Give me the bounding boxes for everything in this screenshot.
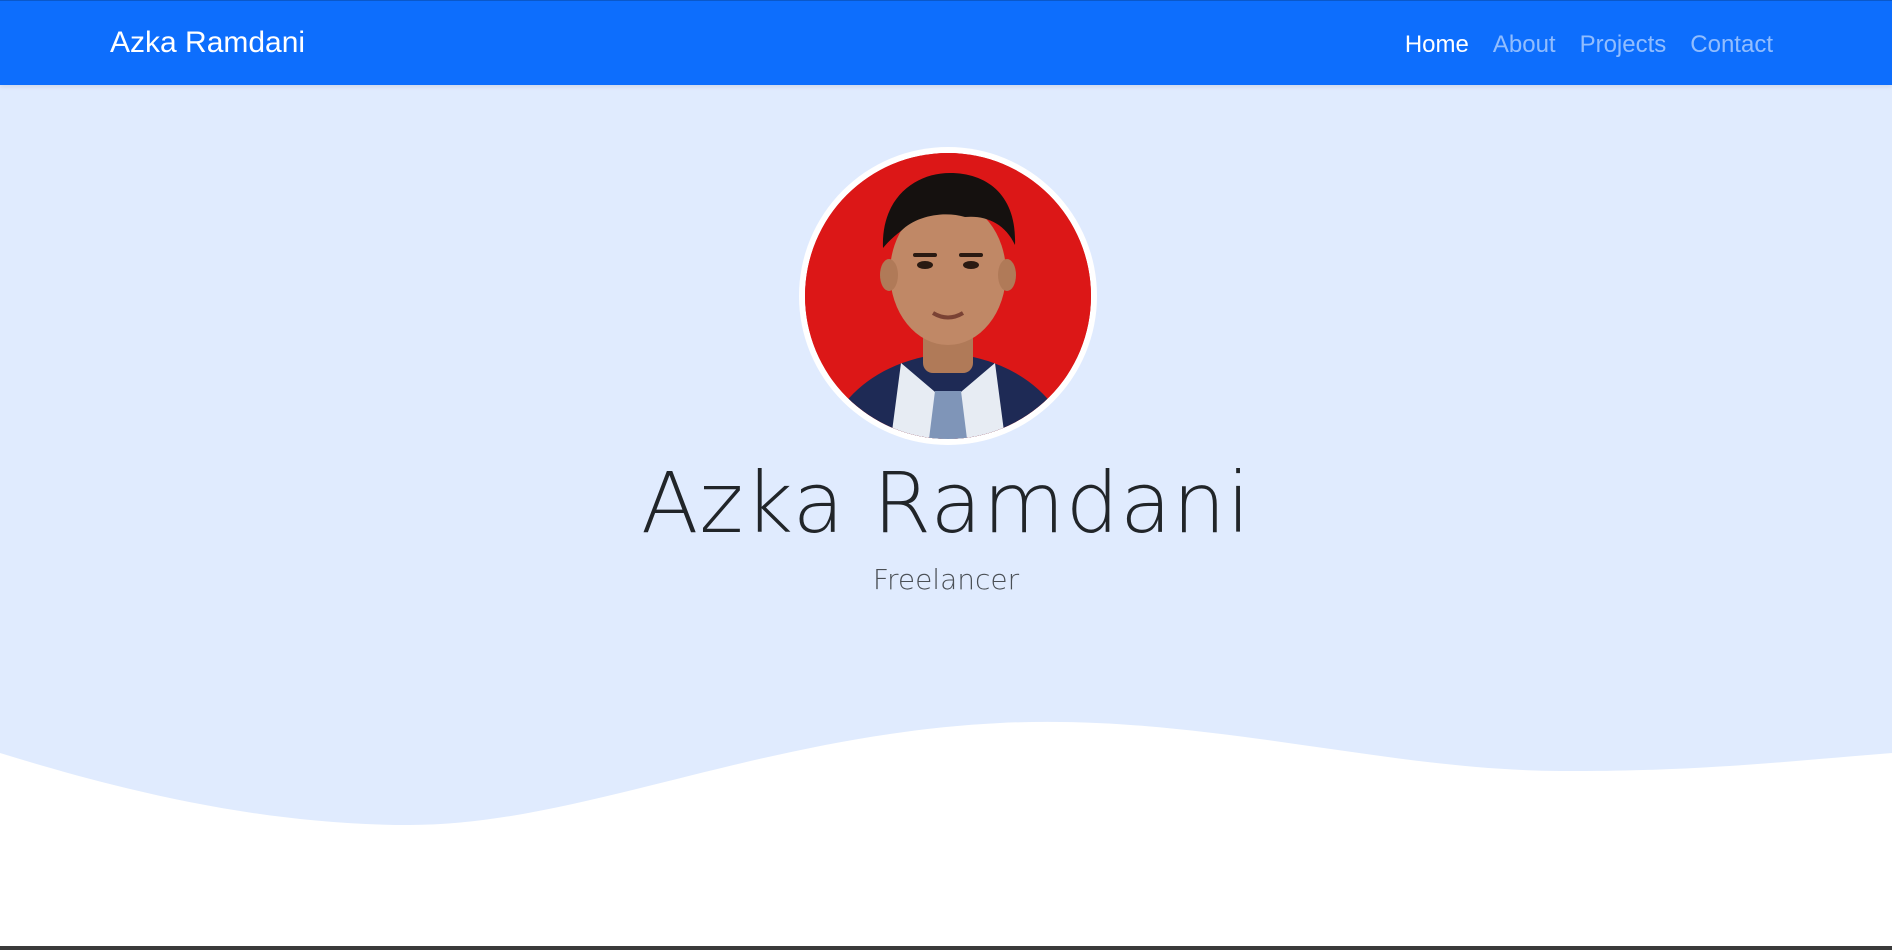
nav-link-projects[interactable]: Projects [1580, 27, 1667, 63]
navbar-brand[interactable]: Azka Ramdani [110, 25, 305, 61]
nav-links: Home About Projects Contact [1381, 27, 1773, 63]
window-bottom-edge [0, 946, 1892, 950]
avatar-frame [799, 147, 1097, 445]
nav-link-about[interactable]: About [1493, 27, 1556, 63]
hero-section: Azka Ramdani Freelancer [0, 85, 1892, 950]
nav-link-contact[interactable]: Contact [1690, 27, 1773, 63]
avatar [805, 153, 1091, 439]
profile-photo-icon [805, 153, 1091, 439]
hero-name: Azka Ramdani [640, 454, 1252, 552]
navbar: Azka Ramdani Home About Projects Contact [0, 0, 1892, 85]
hero-role: Freelancer [872, 563, 1020, 596]
nav-link-home[interactable]: Home [1405, 27, 1469, 63]
